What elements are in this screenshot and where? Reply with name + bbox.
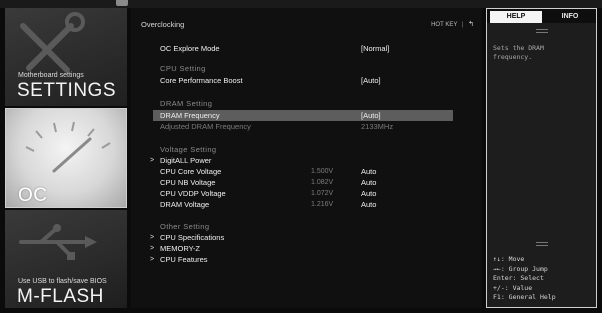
scroll-grip-top-line	[536, 32, 548, 33]
row-label: DigitALL Power	[160, 156, 212, 165]
key-general-help: F1: General Help	[493, 293, 556, 302]
section-heading-cpu: CPU Setting	[131, 63, 482, 74]
row-core-performance-boost[interactable]: Core Performance Boost [Auto]	[131, 75, 482, 86]
row-label: CPU VDDP Voltage	[160, 189, 226, 198]
row-label: MEMORY-Z	[160, 244, 201, 253]
row-oc-explore-mode[interactable]: OC Explore Mode [Normal]	[131, 43, 482, 54]
section-label: CPU Setting	[160, 64, 206, 73]
row-cpu-nb-voltage[interactable]: CPU NB Voltage 1.082V Auto	[131, 177, 482, 188]
row-label: CPU Core Voltage	[160, 167, 222, 176]
row-cpu-core-voltage[interactable]: CPU Core Voltage 1.500V Auto	[131, 166, 482, 177]
key-select: Enter: Select	[493, 274, 544, 283]
row-dram-frequency[interactable]: DRAM Frequency [Auto]	[153, 110, 453, 121]
row-label: CPU NB Voltage	[160, 178, 216, 187]
key-legend: ↑↓: Move →←: Group Jump Enter: Select +/…	[493, 255, 593, 303]
row-value: [Normal]	[361, 44, 390, 53]
help-text-line: frequency.	[493, 53, 533, 61]
submenu-arrow-icon: >	[150, 256, 155, 263]
nav-tile-settings[interactable]: Motherboard settings SETTINGS	[5, 8, 127, 106]
hotkey-bar: HOT KEY | ↰	[431, 20, 474, 28]
submenu-arrow-icon: >	[150, 234, 155, 241]
row-digitall-power[interactable]: > DigitALL Power	[131, 155, 482, 166]
row-cpu-specifications[interactable]: > CPU Specifications	[131, 232, 482, 243]
row-label: DRAM Frequency	[160, 111, 220, 120]
key-value: +/-: Value	[493, 283, 533, 292]
row-cpu-features[interactable]: > CPU Features	[131, 254, 482, 265]
hotkey-label[interactable]: HOT KEY	[431, 22, 457, 28]
scroll-grip-bottom-line	[536, 245, 548, 246]
row-adjusted-dram-frequency: Adjusted DRAM Frequency 2133MHz	[131, 121, 482, 132]
row-label: CPU Specifications	[160, 233, 225, 242]
row-label: CPU Features	[160, 255, 208, 264]
row-value: Auto	[361, 200, 377, 209]
section-heading-voltage: Voltage Setting	[131, 144, 482, 155]
top-strip	[0, 0, 602, 8]
help-text-line: Sets the DRAM	[493, 44, 544, 52]
key-move: ↑↓: Move	[493, 255, 525, 263]
row-dram-voltage[interactable]: DRAM Voltage 1.216V Auto	[131, 199, 482, 210]
scroll-grip-top[interactable]	[536, 29, 548, 30]
top-pull-tab[interactable]	[116, 0, 128, 6]
section-heading-other: Other Setting	[131, 221, 482, 232]
row-voltage-reading: 1.072V	[311, 190, 334, 197]
tab-info[interactable]: INFO	[544, 11, 596, 23]
row-value: 2133MHz	[361, 122, 394, 131]
row-label: DRAM Voltage	[160, 200, 210, 209]
mflash-title: M-FLASH	[17, 286, 104, 307]
row-label: Adjusted DRAM Frequency	[160, 122, 251, 131]
row-value: [Auto]	[361, 76, 381, 85]
submenu-arrow-icon: >	[150, 245, 155, 252]
submenu-arrow-icon: >	[150, 157, 155, 164]
row-voltage-reading: 1.216V	[311, 201, 334, 208]
help-tabs: HELP INFO	[487, 9, 596, 23]
section-label: Other Setting	[160, 222, 210, 231]
row-voltage-reading: 1.500V	[311, 168, 334, 175]
overclocking-panel: Overclocking HOT KEY | ↰ OC Explore Mode…	[131, 8, 482, 308]
mflash-subtitle: Use USB to flash/save BIOS	[18, 278, 107, 285]
settings-title: SETTINGS	[17, 80, 117, 101]
settings-subtitle: Motherboard settings	[18, 72, 84, 79]
back-icon[interactable]: ↰	[468, 21, 474, 28]
row-cpu-vddp-voltage[interactable]: CPU VDDP Voltage 1.072V Auto	[131, 188, 482, 199]
row-value: Auto	[361, 178, 377, 187]
row-value: Auto	[361, 189, 377, 198]
hotkey-separator: |	[461, 22, 464, 28]
oc-title: OC	[18, 185, 48, 206]
row-voltage-reading: 1.082V	[311, 179, 334, 186]
row-memory-z[interactable]: > MEMORY-Z	[131, 243, 482, 254]
help-description: Sets the DRAM frequency.	[493, 44, 593, 62]
section-heading-dram: DRAM Setting	[131, 98, 482, 109]
key-group-jump: →←: Group Jump	[493, 264, 548, 273]
panel-title: Overclocking	[141, 20, 185, 29]
section-label: Voltage Setting	[160, 145, 217, 154]
section-label: DRAM Setting	[160, 99, 213, 108]
row-value: Auto	[361, 167, 377, 176]
help-panel: HELP INFO Sets the DRAM frequency. ↑↓: M…	[486, 8, 597, 308]
row-label: Core Performance Boost	[160, 76, 243, 85]
scroll-grip-bottom[interactable]	[536, 242, 548, 243]
row-value: [Auto]	[361, 111, 381, 120]
nav-tile-mflash[interactable]: Use USB to flash/save BIOS M-FLASH	[5, 210, 127, 308]
nav-tile-oc[interactable]: OC	[5, 108, 127, 208]
row-label: OC Explore Mode	[160, 44, 220, 53]
tab-help[interactable]: HELP	[490, 11, 542, 23]
